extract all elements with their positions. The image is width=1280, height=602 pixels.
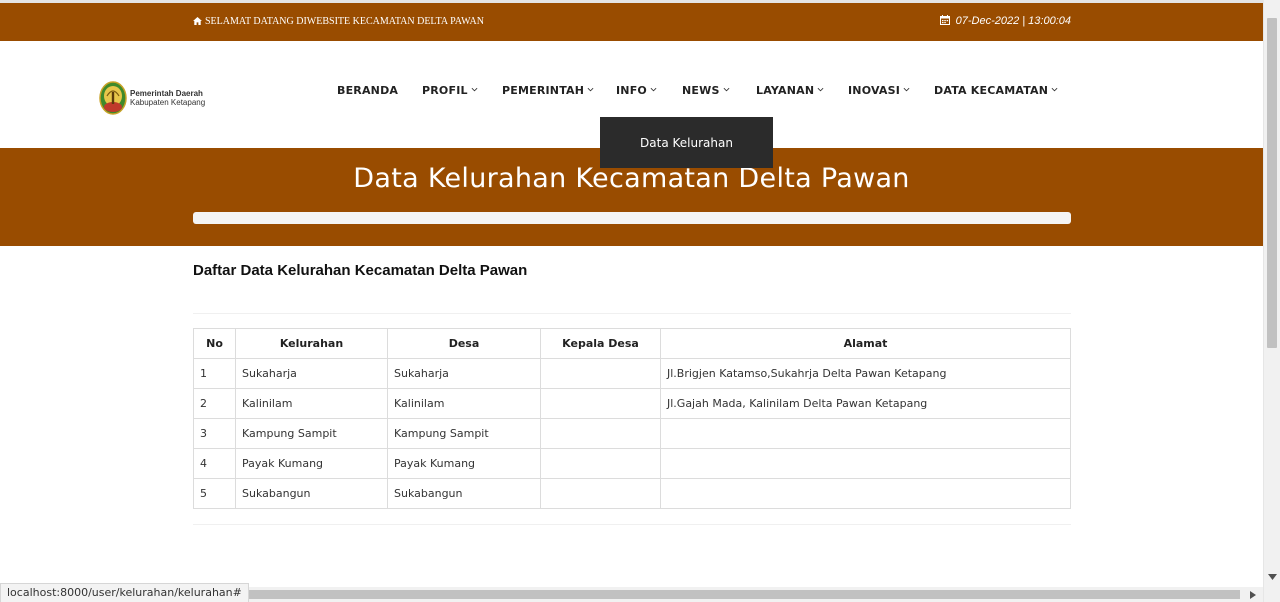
column-header-kepala-desa: Kepala Desa <box>540 328 661 359</box>
scrollbar-thumb[interactable] <box>230 590 1240 599</box>
dropdown-item-data-kelurahan[interactable]: Data Kelurahan <box>600 136 773 150</box>
cell-kepala-desa <box>540 478 661 509</box>
cell-alamat <box>660 448 1071 479</box>
logo-line-2: Kabupaten Ketapang <box>130 98 206 107</box>
home-icon <box>193 17 202 25</box>
logo-line-1: Pemerintah Daerah <box>130 89 203 98</box>
status-bar-url: localhost:8000/user/kelurahan/kelurahan# <box>0 583 249 602</box>
nav-beranda[interactable]: BERANDA <box>337 84 398 97</box>
table-row: 4 Payak Kumang Payak Kumang <box>193 448 1071 479</box>
chevron-down-icon <box>1051 87 1058 92</box>
table-row: 3 Kampung Sampit Kampung Sampit <box>193 418 1071 449</box>
table-header-row: No Kelurahan Desa Kepala Desa Alamat <box>193 328 1071 359</box>
vertical-scrollbar[interactable] <box>1263 0 1280 602</box>
nav-pemerintah[interactable]: PEMERINTAH <box>502 84 594 97</box>
nav-label: LAYANAN <box>756 84 815 97</box>
nav-data-kecamatan[interactable]: DATA KECAMATAN <box>934 84 1058 97</box>
calendar-icon <box>939 15 950 25</box>
cell-no: 5 <box>193 478 236 509</box>
cell-kepala-desa <box>540 388 661 419</box>
chevron-down-icon <box>587 87 594 92</box>
cell-no: 3 <box>193 418 236 449</box>
welcome-label: SELAMAT DATANG DIWEBSITE KECAMATAN DELTA… <box>205 16 484 27</box>
nav-label: PROFIL <box>422 84 468 97</box>
table-row: 5 Sukabangun Sukabangun <box>193 478 1071 509</box>
column-header-kelurahan: Kelurahan <box>235 328 388 359</box>
cell-kelurahan: Sukabangun <box>235 478 388 509</box>
cell-alamat: Jl.Brigjen Katamso,Sukahrja Delta Pawan … <box>660 358 1071 389</box>
cell-kelurahan: Kampung Sampit <box>235 418 388 449</box>
nav-label: BERANDA <box>337 84 399 97</box>
nav-label: NEWS <box>682 84 720 97</box>
info-dropdown-menu: Data Kelurahan <box>600 117 773 168</box>
nav-label: DATA KECAMATAN <box>934 84 1049 97</box>
table-row: 1 Sukaharja Sukaharja Jl.Brigjen Katamso… <box>193 358 1071 389</box>
chevron-down-icon <box>650 87 657 92</box>
cell-kepala-desa <box>540 448 661 479</box>
kelurahan-table: No Kelurahan Desa Kepala Desa Alamat 1 S… <box>193 328 1071 509</box>
nav-news[interactable]: NEWS <box>682 84 730 97</box>
datetime: 07-Dec-2022 | 13:00:04 <box>939 15 1071 27</box>
cell-desa: Payak Kumang <box>387 448 541 479</box>
cell-kelurahan: Payak Kumang <box>235 448 388 479</box>
column-header-no: No <box>193 328 236 359</box>
cell-kepala-desa <box>540 418 661 449</box>
column-header-desa: Desa <box>387 328 541 359</box>
nav-profil[interactable]: PROFIL <box>422 84 478 97</box>
cell-desa: Sukaharja <box>387 358 541 389</box>
nav-layanan[interactable]: LAYANAN <box>756 84 824 97</box>
chevron-down-icon <box>723 87 730 92</box>
scroll-right-arrow-icon[interactable] <box>1250 591 1256 599</box>
emblem-icon <box>99 81 127 115</box>
cell-alamat <box>660 478 1071 509</box>
cell-no: 1 <box>193 358 236 389</box>
nav-inovasi[interactable]: INOVASI <box>848 84 910 97</box>
cell-alamat: Jl.Gajah Mada, Kalinilam Delta Pawan Ket… <box>660 388 1071 419</box>
chevron-down-icon <box>817 87 824 92</box>
chevron-down-icon <box>471 87 478 92</box>
chevron-down-icon <box>903 87 910 92</box>
divider <box>193 524 1071 525</box>
cell-kepala-desa <box>540 358 661 389</box>
cell-kelurahan: Sukaharja <box>235 358 388 389</box>
nav-info[interactable]: INFO <box>616 84 657 97</box>
cell-kelurahan: Kalinilam <box>235 388 388 419</box>
cell-desa: Kampung Sampit <box>387 418 541 449</box>
column-header-alamat: Alamat <box>660 328 1071 359</box>
cell-alamat <box>660 418 1071 449</box>
banner-bar <box>193 212 1071 224</box>
cell-desa: Sukabangun <box>387 478 541 509</box>
cell-desa: Kalinilam <box>387 388 541 419</box>
top-bar: SELAMAT DATANG DIWEBSITE KECAMATAN DELTA… <box>0 0 1263 41</box>
cell-no: 4 <box>193 448 236 479</box>
datetime-label: 07-Dec-2022 | 13:00:04 <box>955 15 1071 27</box>
scrollbar-thumb[interactable] <box>1267 18 1277 348</box>
welcome-text: SELAMAT DATANG DIWEBSITE KECAMATAN DELTA… <box>193 16 484 27</box>
divider <box>193 313 1071 314</box>
scroll-down-arrow-icon[interactable] <box>1268 574 1277 580</box>
section-title: Daftar Data Kelurahan Kecamatan Delta Pa… <box>193 262 528 279</box>
table-row: 2 Kalinilam Kalinilam Jl.Gajah Mada, Kal… <box>193 388 1071 419</box>
nav-label: INFO <box>616 84 647 97</box>
site-logo[interactable]: Pemerintah Daerah Kabupaten Ketapang <box>99 80 229 118</box>
nav-label: PEMERINTAH <box>502 84 585 97</box>
cell-no: 2 <box>193 388 236 419</box>
nav-label: INOVASI <box>848 84 901 97</box>
